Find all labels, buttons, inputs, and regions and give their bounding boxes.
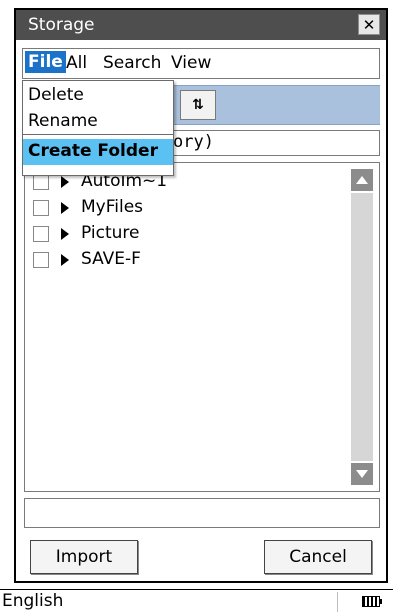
sort-icon: ⇅ — [192, 97, 204, 113]
sort-button[interactable]: ⇅ — [180, 90, 216, 120]
expand-arrow-icon[interactable] — [61, 228, 69, 240]
menu-item-rename[interactable]: Rename — [23, 109, 173, 135]
battery-icon — [362, 596, 382, 607]
list-item[interactable]: SAVE-F — [33, 249, 333, 271]
scroll-track[interactable] — [351, 193, 373, 461]
menu-all[interactable]: All — [66, 53, 87, 73]
menu-bar: File All Search View — [22, 48, 380, 79]
storage-window: Storage ✕ File All Search View ⇅ ory) Au… — [14, 8, 388, 583]
arrow-up-icon — [356, 176, 368, 184]
checkbox[interactable] — [33, 174, 49, 190]
title-bar: Storage ✕ — [16, 10, 386, 40]
list-item[interactable]: MyFiles — [33, 197, 333, 219]
scrollbar[interactable] — [351, 169, 373, 485]
language-indicator[interactable]: English — [2, 591, 63, 611]
expand-arrow-icon[interactable] — [61, 254, 69, 266]
menu-item-label: Delete — [28, 85, 84, 105]
scroll-up-button[interactable] — [351, 169, 373, 191]
menu-search[interactable]: Search — [103, 53, 161, 73]
file-list: AutoIm~1 MyFiles Picture SAVE-F — [24, 162, 380, 492]
divider — [337, 592, 338, 612]
menu-item-create-folder[interactable]: Create Folder — [23, 139, 173, 165]
file-name: Picture — [81, 223, 140, 243]
name-input[interactable] — [24, 498, 380, 528]
expand-arrow-icon[interactable] — [61, 202, 69, 214]
menu-item-delete[interactable]: Delete — [23, 83, 173, 109]
window-title: Storage — [28, 15, 95, 35]
file-name: MyFiles — [81, 197, 144, 217]
cancel-button[interactable]: Cancel — [264, 540, 372, 574]
close-button[interactable]: ✕ — [358, 14, 380, 35]
file-name: SAVE-F — [81, 249, 141, 269]
menu-item-label: Create Folder — [28, 141, 158, 161]
file-menu-dropdown: Delete Rename Create Folder — [22, 80, 174, 176]
menu-separator — [23, 134, 173, 135]
menu-file[interactable]: File — [25, 51, 66, 73]
checkbox[interactable] — [33, 226, 49, 242]
checkbox[interactable] — [33, 252, 49, 268]
scroll-down-button[interactable] — [351, 463, 373, 485]
status-bar: English — [0, 589, 393, 613]
arrow-down-icon — [356, 470, 368, 478]
path-text: ory) — [173, 132, 214, 152]
menu-item-label: Rename — [28, 111, 98, 131]
menu-view[interactable]: View — [171, 53, 211, 73]
expand-arrow-icon[interactable] — [61, 176, 69, 188]
list-item[interactable]: Picture — [33, 223, 333, 245]
close-icon: ✕ — [362, 15, 376, 34]
import-button[interactable]: Import — [30, 540, 138, 574]
checkbox[interactable] — [33, 200, 49, 216]
